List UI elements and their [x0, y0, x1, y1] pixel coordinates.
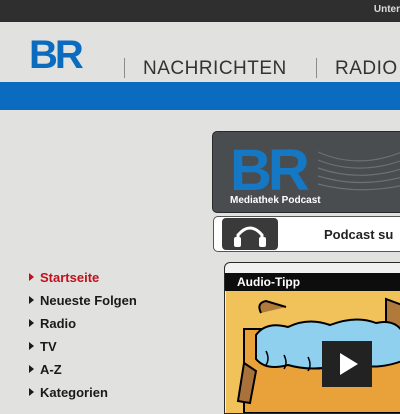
- sidenav-item-startseite[interactable]: Startseite: [29, 268, 169, 286]
- sidenav-item-label: Kategorien: [40, 384, 108, 400]
- svg-text:BR: BR: [230, 142, 309, 194]
- sidenav-item-label: Neueste Folgen: [40, 292, 137, 308]
- sidenav-item-label: A-Z: [40, 361, 62, 377]
- headphones-icon: [222, 218, 278, 250]
- sidenav-item-neueste-folgen[interactable]: Neueste Folgen: [29, 291, 169, 309]
- nav-separator: [316, 58, 317, 78]
- arrow-right-icon: [29, 342, 34, 350]
- arrow-right-icon: [29, 388, 34, 396]
- top-utility-link[interactable]: Unter: [374, 4, 400, 15]
- svg-text:BR: BR: [29, 35, 83, 71]
- sidenav-item-tv[interactable]: TV: [29, 337, 169, 355]
- audio-tipp-box: Audio-Tipp: [224, 262, 400, 414]
- nav-item-radio[interactable]: RADIO: [335, 58, 398, 80]
- arrow-right-icon: [29, 319, 34, 327]
- sidenav-item-label: Startseite: [40, 269, 100, 285]
- banner-caption: Mediathek Podcast: [230, 195, 321, 206]
- sidenav-item-radio[interactable]: Radio: [29, 314, 169, 332]
- sidenav-item-label: TV: [40, 338, 57, 354]
- cartoon-bed-illustration: [226, 291, 400, 413]
- podcast-search-label: Podcast su: [324, 227, 394, 242]
- arrow-right-icon: [29, 273, 34, 281]
- nav-separator: [124, 58, 125, 78]
- br-logo[interactable]: BR: [29, 35, 83, 71]
- audio-tipp-image[interactable]: [226, 291, 400, 413]
- arrow-right-icon: [29, 365, 34, 373]
- audio-tipp-title: Audio-Tipp: [225, 273, 400, 291]
- nav-item-nachrichten[interactable]: NACHRICHTEN: [143, 58, 287, 80]
- sound-wave-graphic: [317, 151, 400, 191]
- podcast-search-bar[interactable]: Podcast su: [213, 216, 400, 252]
- blue-navigation-band: [0, 82, 400, 110]
- sidenav-item-a-z[interactable]: A-Z: [29, 360, 169, 378]
- site-header: BR NACHRICHTEN RADIO: [0, 22, 400, 82]
- br-banner-logo: BR: [230, 142, 312, 194]
- top-utility-bar: Unter: [0, 0, 400, 22]
- sidenav-item-label: Radio: [40, 315, 77, 331]
- sidenav-item-kategorien[interactable]: Kategorien: [29, 383, 169, 401]
- arrow-right-icon: [29, 296, 34, 304]
- mediathek-podcast-banner[interactable]: BR Mediathek Podcast: [212, 131, 400, 213]
